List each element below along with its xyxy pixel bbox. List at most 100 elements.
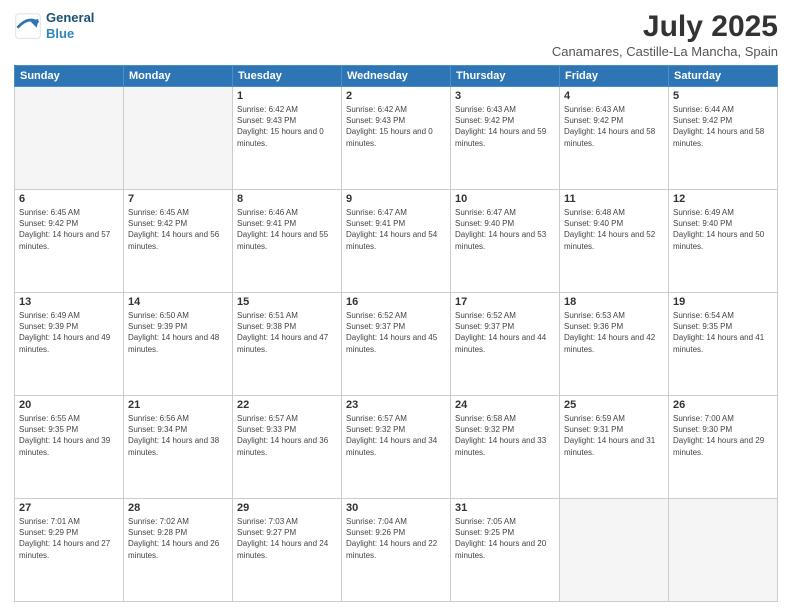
day-number: 20 (19, 399, 119, 411)
day-info: Sunrise: 6:42 AM Sunset: 9:43 PM Dayligh… (237, 104, 337, 149)
day-info: Sunrise: 6:52 AM Sunset: 9:37 PM Dayligh… (455, 310, 555, 355)
day-cell: 15Sunrise: 6:51 AM Sunset: 9:38 PM Dayli… (233, 293, 342, 396)
day-info: Sunrise: 7:03 AM Sunset: 9:27 PM Dayligh… (237, 516, 337, 561)
day-info: Sunrise: 6:47 AM Sunset: 9:41 PM Dayligh… (346, 207, 446, 252)
day-info: Sunrise: 6:57 AM Sunset: 9:32 PM Dayligh… (346, 413, 446, 458)
day-cell: 20 Sunrise: 6:55 AM Sunset: 9:35 PM Dayli… (15, 396, 124, 499)
day-info: Sunrise: 6:58 AM Sunset: 9:32 PM Dayligh… (455, 413, 555, 458)
title-block: July 2025 Canamares, Castille-La Mancha,… (552, 10, 778, 59)
calendar-table: SundayMondayTuesdayWednesdayThursdayFrid… (14, 65, 778, 602)
day-info: Sunrise: 7:04 AM Sunset: 9:26 PM Dayligh… (346, 516, 446, 561)
day-info: Sunrise: 7:05 AM Sunset: 9:25 PM Dayligh… (455, 516, 555, 561)
day-cell: 2 Sunrise: 6:42 AM Sunset: 9:43 PM Daylig… (342, 87, 451, 190)
day-number: 10 (455, 193, 555, 205)
day-number: 6 (19, 193, 119, 205)
day-number: 30 (346, 502, 446, 514)
day-info: Sunrise: 6:49 AM Sunset: 9:40 PM Dayligh… (673, 207, 773, 252)
day-cell: 6 Sunrise: 6:45 AM Sunset: 9:42 PM Daylig… (15, 190, 124, 293)
day-info: Sunrise: 6:56 AM Sunset: 9:34 PM Dayligh… (128, 413, 228, 458)
day-cell: 30 Sunrise: 7:04 AM Sunset: 9:26 PM Dayli… (342, 499, 451, 602)
day-cell: 1 Sunrise: 6:42 AM Sunset: 9:43 PM Daylig… (233, 87, 342, 190)
day-cell: 10 Sunrise: 6:47 AM Sunset: 9:40 PM Dayli… (451, 190, 560, 293)
day-info: Sunrise: 6:48 AM Sunset: 9:40 PM Dayligh… (564, 207, 664, 252)
day-info: Sunrise: 6:44 AM Sunset: 9:42 PM Dayligh… (673, 104, 773, 149)
day-number: 23 (346, 399, 446, 411)
day-info: Sunrise: 6:52 AM Sunset: 9:37 PM Dayligh… (346, 310, 446, 355)
day-info: Sunrise: 6:47 AM Sunset: 9:40 PM Dayligh… (455, 207, 555, 252)
day-cell: 9 Sunrise: 6:47 AM Sunset: 9:41 PM Daylig… (342, 190, 451, 293)
day-number: 18 (564, 296, 664, 308)
day-cell: 12 Sunrise: 6:49 AM Sunset: 9:40 PM Dayli… (669, 190, 778, 293)
day-info: Sunrise: 6:54 AM Sunset: 9:35 PM Dayligh… (673, 310, 773, 355)
day-number: 24 (455, 399, 555, 411)
day-number: 15 (237, 296, 337, 308)
day-info: Sunrise: 7:00 AM Sunset: 9:30 PM Dayligh… (673, 413, 773, 458)
day-cell: 16 Sunrise: 6:52 AM Sunset: 9:37 PM Dayli… (342, 293, 451, 396)
day-cell: 24 Sunrise: 6:58 AM Sunset: 9:32 PM Dayli… (451, 396, 560, 499)
day-cell: 26 Sunrise: 7:00 AM Sunset: 9:30 PM Dayli… (669, 396, 778, 499)
day-cell: 8Sunrise: 6:46 AM Sunset: 9:41 PM Daylig… (233, 190, 342, 293)
day-number: 3 (455, 90, 555, 102)
day-number: 13 (19, 296, 119, 308)
day-cell: 23 Sunrise: 6:57 AM Sunset: 9:32 PM Dayli… (342, 396, 451, 499)
day-number: 4 (564, 90, 664, 102)
day-info: Sunrise: 6:46 AM Sunset: 9:41 PM Dayligh… (237, 207, 337, 252)
day-cell: 5 Sunrise: 6:44 AM Sunset: 9:42 PM Daylig… (669, 87, 778, 190)
day-cell: 11Sunrise: 6:48 AM Sunset: 9:40 PM Dayli… (560, 190, 669, 293)
logo: General Blue (14, 10, 94, 41)
day-cell (560, 499, 669, 602)
day-cell: 3Sunrise: 6:43 AM Sunset: 9:42 PM Daylig… (451, 87, 560, 190)
day-info: Sunrise: 7:02 AM Sunset: 9:28 PM Dayligh… (128, 516, 228, 561)
day-number: 12 (673, 193, 773, 205)
col-header-saturday: Saturday (669, 66, 778, 87)
day-cell (15, 87, 124, 190)
day-cell: 13 Sunrise: 6:49 AM Sunset: 9:39 PM Dayli… (15, 293, 124, 396)
day-cell: 27Sunrise: 7:01 AM Sunset: 9:29 PM Dayli… (15, 499, 124, 602)
col-header-thursday: Thursday (451, 66, 560, 87)
day-info: Sunrise: 6:43 AM Sunset: 9:42 PM Dayligh… (564, 104, 664, 149)
day-number: 31 (455, 502, 555, 514)
day-cell: 18 Sunrise: 6:53 AM Sunset: 9:36 PM Dayli… (560, 293, 669, 396)
week-row-5: 27Sunrise: 7:01 AM Sunset: 9:29 PM Dayli… (15, 499, 778, 602)
day-info: Sunrise: 6:45 AM Sunset: 9:42 PM Dayligh… (19, 207, 119, 252)
day-number: 17 (455, 296, 555, 308)
day-number: 26 (673, 399, 773, 411)
col-header-friday: Friday (560, 66, 669, 87)
subtitle: Canamares, Castille-La Mancha, Spain (552, 44, 778, 59)
day-number: 7 (128, 193, 228, 205)
week-row-3: 13 Sunrise: 6:49 AM Sunset: 9:39 PM Dayli… (15, 293, 778, 396)
day-info: Sunrise: 6:55 AM Sunset: 9:35 PM Dayligh… (19, 413, 119, 458)
day-cell: 7 Sunrise: 6:45 AM Sunset: 9:42 PM Daylig… (124, 190, 233, 293)
day-cell: 28Sunrise: 7:02 AM Sunset: 9:28 PM Dayli… (124, 499, 233, 602)
header-row: SundayMondayTuesdayWednesdayThursdayFrid… (15, 66, 778, 87)
day-cell (124, 87, 233, 190)
day-number: 9 (346, 193, 446, 205)
day-cell: 14 Sunrise: 6:50 AM Sunset: 9:39 PM Dayli… (124, 293, 233, 396)
day-number: 2 (346, 90, 446, 102)
col-header-sunday: Sunday (15, 66, 124, 87)
day-cell: 4 Sunrise: 6:43 AM Sunset: 9:42 PM Daylig… (560, 87, 669, 190)
day-number: 5 (673, 90, 773, 102)
day-info: Sunrise: 6:59 AM Sunset: 9:31 PM Dayligh… (564, 413, 664, 458)
day-cell: 25Sunrise: 6:59 AM Sunset: 9:31 PM Dayli… (560, 396, 669, 499)
main-title: July 2025 (552, 10, 778, 44)
day-info: Sunrise: 6:45 AM Sunset: 9:42 PM Dayligh… (128, 207, 228, 252)
week-row-1: 1 Sunrise: 6:42 AM Sunset: 9:43 PM Daylig… (15, 87, 778, 190)
day-cell: 29Sunrise: 7:03 AM Sunset: 9:27 PM Dayli… (233, 499, 342, 602)
day-info: Sunrise: 6:49 AM Sunset: 9:39 PM Dayligh… (19, 310, 119, 355)
day-cell: 22Sunrise: 6:57 AM Sunset: 9:33 PM Dayli… (233, 396, 342, 499)
page: General Blue July 2025 Canamares, Castil… (0, 0, 792, 612)
day-cell: 17 Sunrise: 6:52 AM Sunset: 9:37 PM Dayli… (451, 293, 560, 396)
day-cell: 31 Sunrise: 7:05 AM Sunset: 9:25 PM Dayli… (451, 499, 560, 602)
day-info: Sunrise: 6:50 AM Sunset: 9:39 PM Dayligh… (128, 310, 228, 355)
day-number: 14 (128, 296, 228, 308)
day-cell: 19Sunrise: 6:54 AM Sunset: 9:35 PM Dayli… (669, 293, 778, 396)
header: General Blue July 2025 Canamares, Castil… (14, 10, 778, 59)
day-info: Sunrise: 6:53 AM Sunset: 9:36 PM Dayligh… (564, 310, 664, 355)
day-number: 16 (346, 296, 446, 308)
day-info: Sunrise: 6:57 AM Sunset: 9:33 PM Dayligh… (237, 413, 337, 458)
day-info: Sunrise: 6:42 AM Sunset: 9:43 PM Dayligh… (346, 104, 446, 149)
logo-icon (14, 12, 42, 40)
day-number: 1 (237, 90, 337, 102)
day-number: 27 (19, 502, 119, 514)
